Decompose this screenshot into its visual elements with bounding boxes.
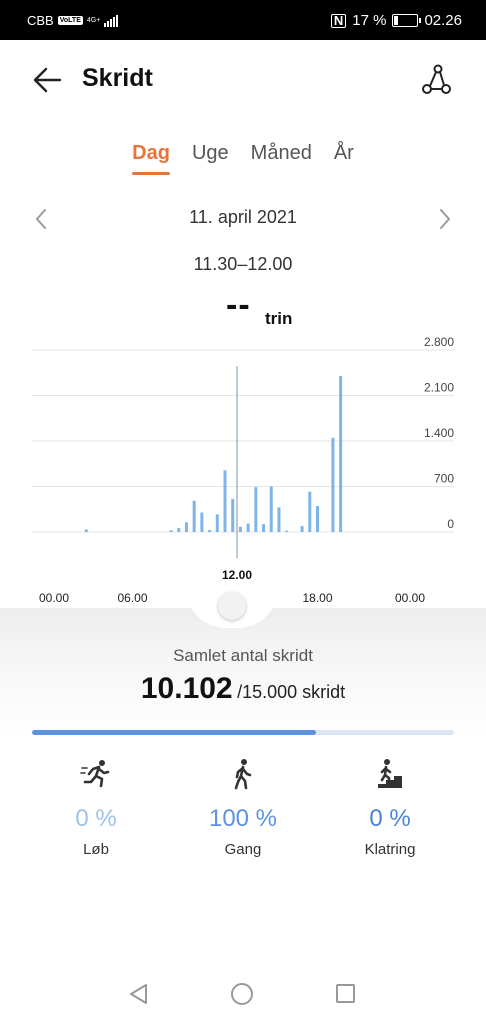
- selected-step-unit: trin: [265, 309, 293, 328]
- chart-bar: [269, 486, 273, 532]
- x-tick-label: 06.00: [117, 591, 147, 605]
- chart-bar: [331, 437, 335, 532]
- route-button[interactable]: [418, 62, 454, 98]
- climbing-icon: [378, 759, 402, 788]
- status-bar: CBB VoLTE 4G+ N 17 % 02.26: [0, 0, 486, 40]
- network-type-icon: 4G+: [86, 17, 101, 24]
- carrier-label: CBB: [27, 13, 54, 28]
- signal-icon: [104, 14, 119, 27]
- climbing-percent: 0 %: [369, 805, 411, 832]
- chart-bar: [184, 522, 188, 532]
- steps-goal: /15.000 skridt: [237, 682, 346, 702]
- status-right: N 17 % 02.26: [330, 12, 462, 29]
- goal-progress-fill: [32, 730, 316, 735]
- tab-week[interactable]: Uge: [192, 142, 229, 175]
- period-tabs: Dag Uge Måned År: [0, 142, 486, 175]
- activity-climbing: 0 % Klatring: [320, 758, 460, 858]
- chart-bar: [169, 530, 173, 532]
- running-percent: 0 %: [75, 805, 117, 832]
- chart-bar: [262, 524, 266, 532]
- tab-year[interactable]: År: [334, 142, 354, 175]
- total-steps-row: 10.102 /15.000 skridt: [0, 672, 486, 706]
- chart-bar: [215, 514, 219, 532]
- steps-bar-chart: 2.800 2.100 1.400 700 0 00.00 06.00 12.00 18.00 0…: [32, 336, 454, 605]
- chart-bar: [200, 512, 204, 532]
- system-navbar: [0, 968, 486, 1024]
- volte-icon: VoLTE: [57, 16, 83, 25]
- battery-icon: [392, 14, 422, 27]
- arrow-left-icon: [33, 67, 62, 93]
- chart-bar: [246, 523, 250, 532]
- total-steps-label: Samlet antal skridt: [173, 646, 313, 665]
- chart-bar: [316, 506, 319, 532]
- chart-bar: [300, 526, 304, 532]
- tab-month[interactable]: Måned: [251, 142, 312, 175]
- selected-time-label: 12.00: [222, 568, 252, 582]
- walking-percent: 100 %: [208, 805, 278, 832]
- time-range-label: 11.30–12.00: [193, 254, 293, 274]
- chart-bar: [339, 376, 343, 532]
- chart-bar: [208, 530, 212, 532]
- chart-bar: [84, 529, 88, 532]
- chart-bar: [177, 528, 181, 532]
- nav-back-icon[interactable]: [127, 982, 149, 1006]
- y-tick-label: 0: [447, 517, 454, 531]
- y-tick-label: 2.100: [424, 381, 454, 395]
- activity-running: 0 % Løb: [26, 758, 166, 858]
- activity-walking: 100 % Gang: [173, 758, 313, 858]
- x-tick-label: 18.00: [302, 591, 332, 605]
- battery-percent: 17 %: [352, 12, 387, 29]
- clock: 02.26: [424, 12, 462, 29]
- back-button[interactable]: [30, 62, 66, 98]
- chart-bar: [192, 500, 196, 532]
- next-day-button[interactable]: [432, 205, 456, 233]
- route-icon: [422, 64, 451, 94]
- x-tick-label: 00.00: [395, 591, 425, 605]
- y-tick-label: 700: [434, 472, 454, 486]
- chart-bar: [254, 487, 258, 532]
- total-steps-value: 10.102: [140, 672, 233, 705]
- chart-bar: [285, 530, 289, 532]
- walking-icon: [234, 759, 252, 790]
- chart-bar: [231, 498, 235, 532]
- selected-step-value: --: [226, 286, 251, 324]
- chart-bar: [308, 491, 312, 532]
- running-label: Løb: [83, 841, 109, 858]
- y-tick-label: 1.400: [424, 426, 454, 440]
- steps-chart[interactable]: 2.800 2.100 1.400 700 0 00.00 06.00 12.00 18.00 0…: [0, 336, 486, 616]
- page-title: Skridt: [82, 64, 153, 92]
- date-label: 11. april 2021: [189, 207, 297, 227]
- y-tick-label: 2.800: [424, 336, 454, 349]
- nav-recents-icon[interactable]: [336, 984, 355, 1003]
- tab-day[interactable]: Dag: [132, 142, 170, 175]
- walking-label: Gang: [224, 841, 262, 858]
- chart-bar: [223, 470, 227, 532]
- nfc-icon: N: [330, 13, 347, 28]
- chart-bar: [277, 507, 281, 532]
- chevron-right-icon: [440, 209, 450, 229]
- time-slider-handle[interactable]: [218, 592, 246, 620]
- running-icon: [80, 760, 110, 788]
- status-left: CBB VoLTE 4G+: [27, 13, 119, 28]
- chart-bar: [238, 526, 242, 532]
- x-tick-label: 00.00: [39, 591, 69, 605]
- goal-progress-bar: [32, 730, 454, 735]
- nav-home-icon[interactable]: [231, 983, 253, 1005]
- climbing-label: Klatring: [364, 841, 416, 858]
